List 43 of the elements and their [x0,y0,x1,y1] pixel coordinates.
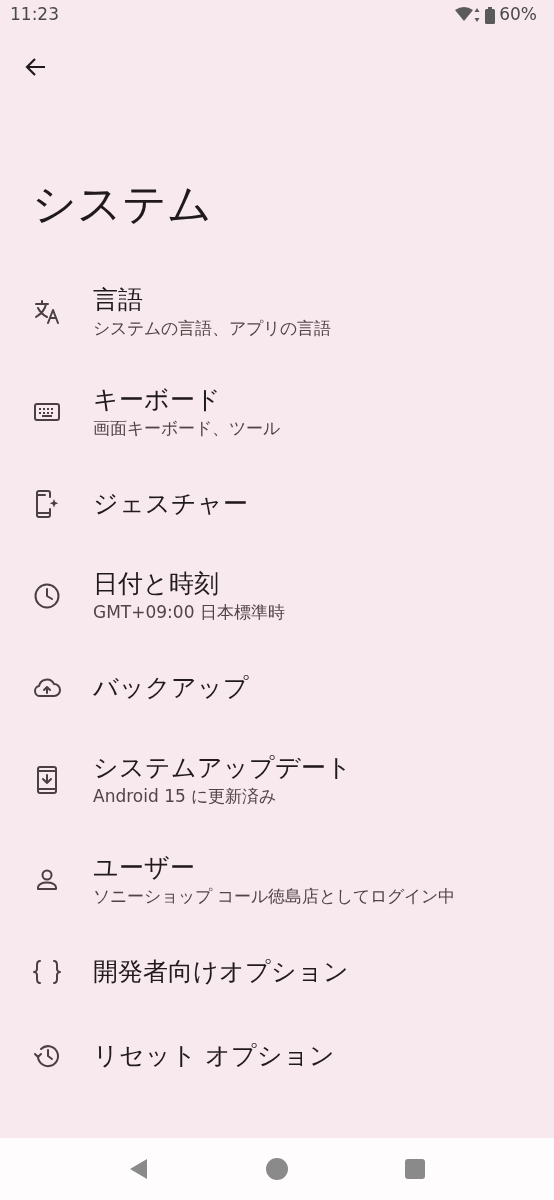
settings-item[interactable]: バックアップ [0,646,554,730]
item-title: ユーザー [93,852,196,884]
clock-icon [32,582,61,610]
item-subtitle: システムの言語、アプリの言語 [93,317,331,340]
settings-item[interactable]: キーボード 画面キーボード、ツール [0,362,554,462]
status-time: 11:23 [10,3,59,27]
item-title: 言語 [93,284,144,316]
item-subtitle: 画面キーボード、ツール [93,417,280,440]
settings-item[interactable]: システムアップデート Android 15 に更新済み [0,730,554,830]
item-subtitle: ソニーショップ コール徳島店としてログイン中 [93,885,456,908]
item-subtitle: GMT+09:00 日本標準時 [93,601,285,624]
item-title: バックアップ [93,672,249,704]
battery-percentage: 60% [499,3,537,27]
item-title: キーボード [93,384,222,416]
settings-item[interactable]: 日付と時刻 GMT+09:00 日本標準時 [0,546,554,646]
phone-sparkle-icon [34,489,59,519]
recents-button[interactable] [405,1159,426,1179]
history-icon [32,1043,61,1069]
page-title: システム [32,177,212,231]
item-title: 開発者向けオプション [93,956,349,988]
square-icon [405,1159,426,1179]
settings-item[interactable]: 開発者向けオプション [0,930,554,1014]
circle-icon [266,1158,288,1180]
item-title: ジェスチャー [93,488,248,520]
settings-item[interactable]: 言語 システムの言語、アプリの言語 [0,262,554,362]
braces-icon [31,959,62,985]
settings-item[interactable]: リセット オプション [0,1014,554,1098]
item-title: 日付と時刻 [93,568,220,600]
settings-item[interactable]: ユーザー ソニーショップ コール徳島店としてログイン中 [0,830,554,930]
item-title: システムアップデート [93,752,352,784]
back-nav-button[interactable] [128,1158,149,1180]
item-subtitle: Android 15 に更新済み [93,785,278,808]
wifi-icon [455,7,482,23]
battery-icon [485,6,496,24]
settings-item[interactable]: ジェスチャー [0,462,554,546]
cloud-upload-icon [32,678,61,698]
keyboard-icon [33,402,60,422]
home-button[interactable] [266,1158,288,1180]
triangle-icon [128,1158,149,1180]
item-title: リセット オプション [93,1040,335,1072]
translate-icon [32,298,61,326]
person-icon [34,868,59,892]
phone-download-icon [35,765,58,795]
